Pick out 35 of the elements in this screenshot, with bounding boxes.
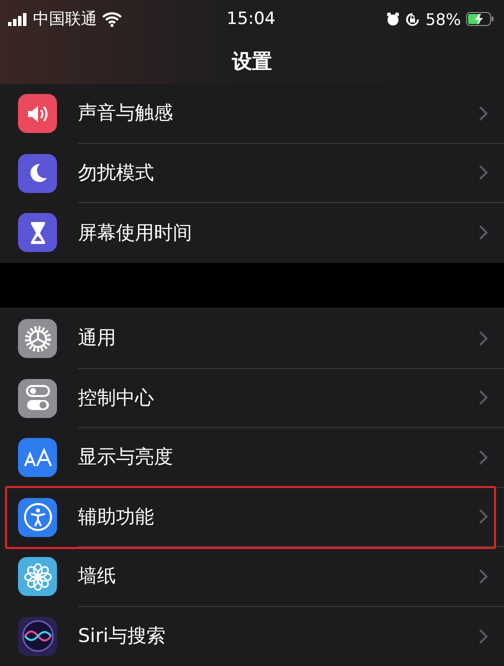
settings-row[interactable]: 通用 xyxy=(0,309,504,368)
chevron-icon xyxy=(479,390,488,406)
settings-row[interactable]: 显示与亮度 xyxy=(0,428,504,488)
row-label: 屏幕使用时间 xyxy=(78,220,193,246)
battery-charging-icon xyxy=(466,12,494,26)
settings-row[interactable]: 辅助功能 xyxy=(0,488,504,547)
settings-row[interactable]: 墙纸 xyxy=(0,547,504,606)
settings-row[interactable]: 控制中心 xyxy=(0,368,504,428)
chevron-icon xyxy=(479,568,488,584)
row-label: 显示与亮度 xyxy=(78,445,174,470)
settings-row[interactable]: 声音与触感 xyxy=(0,84,504,144)
chevron-icon xyxy=(479,225,488,240)
row-label: 辅助功能 xyxy=(78,504,155,530)
row-label: 控制中心 xyxy=(78,386,155,411)
wifi-icon xyxy=(102,12,122,26)
clock-time: 15:04 xyxy=(226,9,276,29)
row-label: 通用 xyxy=(78,326,117,352)
chevron-icon xyxy=(479,450,488,465)
row-label: 勿扰模式 xyxy=(78,160,155,186)
battery-percent: 58% xyxy=(425,10,461,28)
carrier-name: 中国联通 xyxy=(33,8,97,30)
settings-row[interactable]: 勿扰模式 xyxy=(0,144,504,204)
chevron-icon xyxy=(479,628,488,644)
row-label: 墙纸 xyxy=(78,564,117,590)
chevron-icon xyxy=(479,106,488,121)
chevron-icon xyxy=(479,165,488,180)
page-title: 设置 xyxy=(232,48,272,75)
chevron-icon xyxy=(479,509,488,524)
rotation-lock-icon xyxy=(405,12,420,26)
signal-icon xyxy=(8,12,28,26)
row-label: 声音与触感 xyxy=(78,101,174,126)
row-label: Siri与搜索 xyxy=(78,624,166,650)
settings-row[interactable]: Siri与搜索 xyxy=(0,606,504,666)
settings-row[interactable]: 屏幕使用时间 xyxy=(0,203,504,263)
chevron-icon xyxy=(479,330,488,346)
